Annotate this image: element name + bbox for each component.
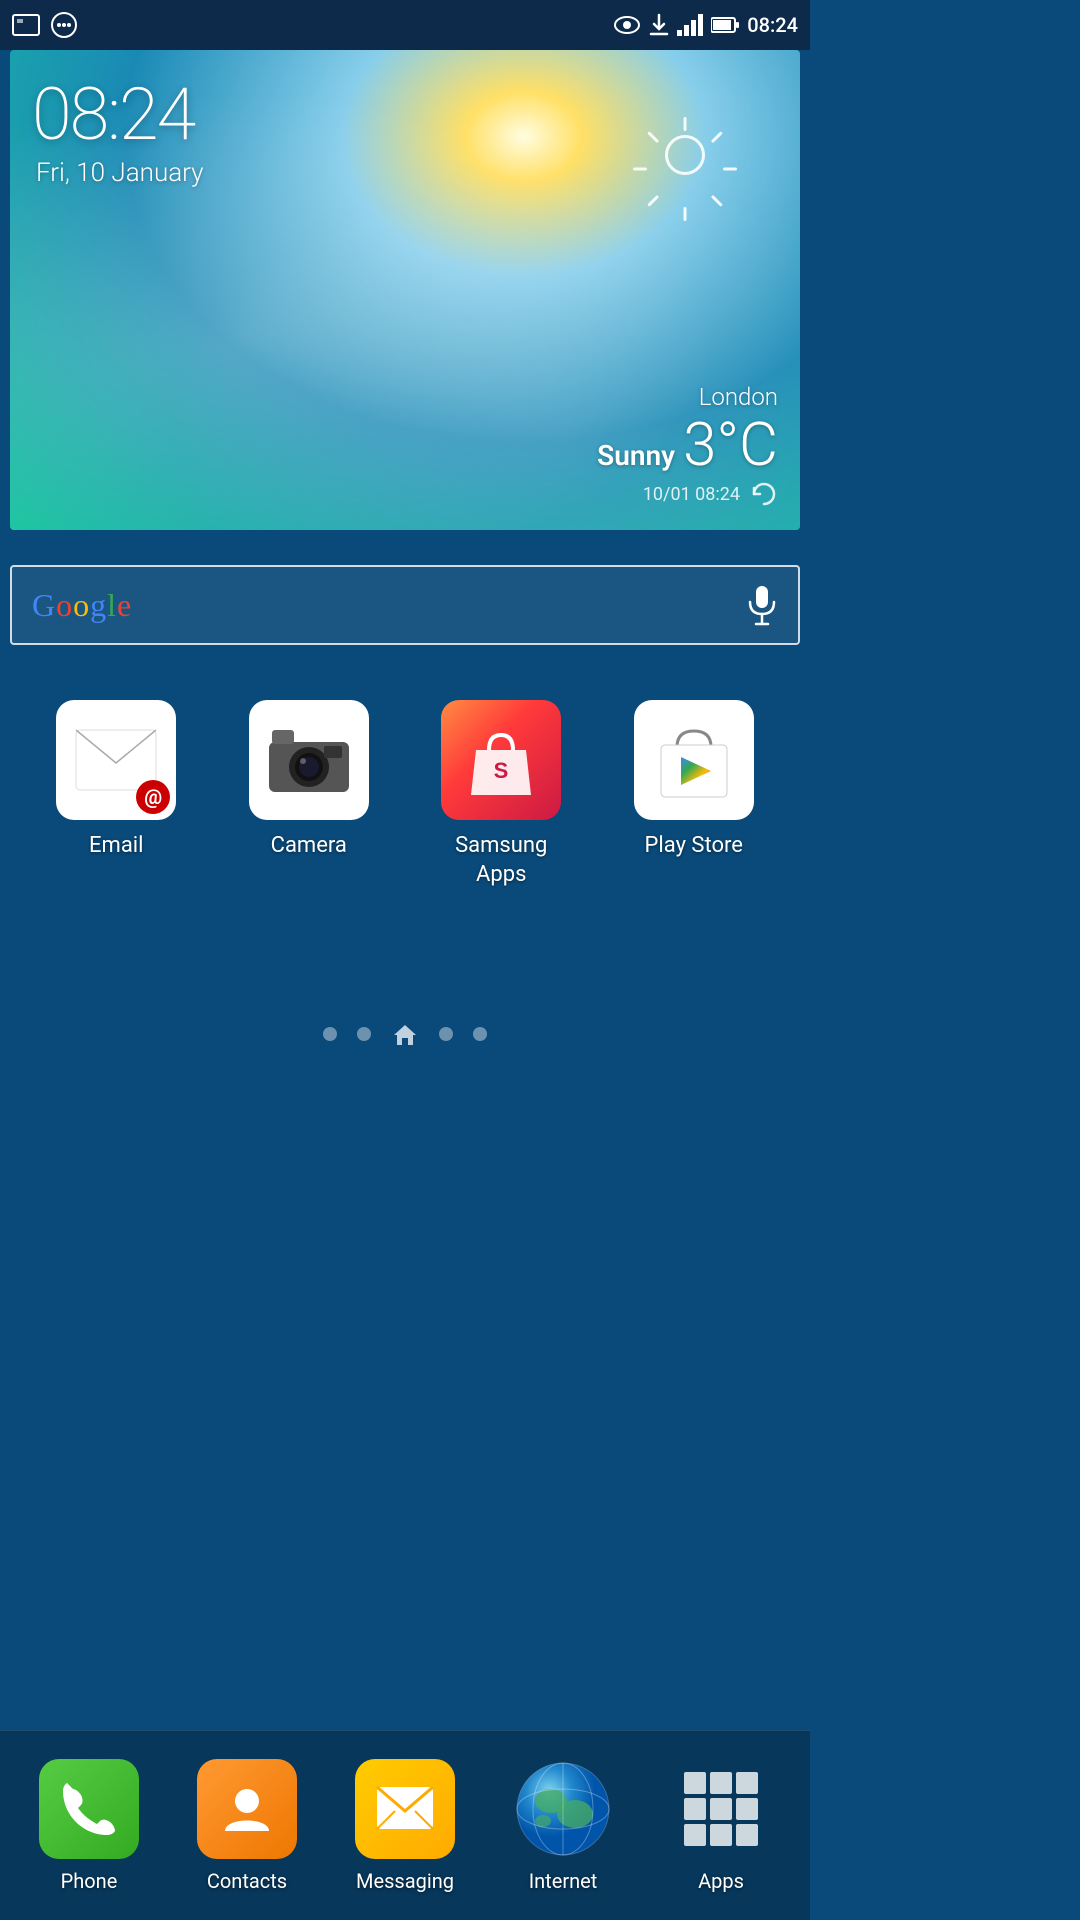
weather-temp: 3°C — [683, 415, 778, 475]
messaging-svg — [373, 1779, 437, 1839]
status-bar: 08:24 — [0, 0, 810, 50]
dock-contacts[interactable]: Contacts — [177, 1759, 317, 1893]
weather-info: London Sunny 3°C — [597, 383, 778, 475]
dock: Phone Contacts Messaging — [0, 1730, 810, 1920]
email-at-badge: @ — [136, 780, 170, 814]
app-email[interactable]: @ Email — [36, 700, 196, 861]
playstore-svg — [649, 715, 739, 805]
page-indicators — [0, 1020, 810, 1048]
messaging-icon — [355, 1759, 455, 1859]
messaging-label: Messaging — [356, 1869, 454, 1893]
playstore-label: Play Store — [645, 832, 743, 861]
weather-city: London — [597, 383, 778, 411]
page-dot-2[interactable] — [357, 1027, 371, 1041]
google-logo: Google — [32, 587, 132, 624]
chat-icon — [50, 11, 78, 39]
dock-apps[interactable]: Apps — [651, 1759, 791, 1893]
weather-time: 08:24 — [32, 72, 194, 157]
eye-icon — [613, 15, 641, 35]
status-time: 08:24 — [747, 13, 798, 37]
camera-svg — [264, 720, 354, 800]
weather-date: Fri, 10 January — [36, 158, 204, 188]
apps-label: Apps — [698, 1869, 744, 1893]
weather-condition: Sunny — [597, 439, 675, 472]
weather-desc-temp: Sunny 3°C — [597, 415, 778, 475]
phone-svg — [61, 1781, 117, 1837]
apps-svg — [676, 1764, 766, 1854]
playstore-icon — [634, 700, 754, 820]
refresh-icon — [750, 480, 778, 508]
home-indicator[interactable] — [391, 1020, 419, 1048]
dock-messaging[interactable]: Messaging — [335, 1759, 475, 1893]
camera-label: Camera — [271, 832, 347, 861]
weather-widget[interactable]: 08:24 Fri, 10 January London Sunny 3°C 1… — [10, 50, 800, 530]
page-dot-4[interactable] — [439, 1027, 453, 1041]
signal-icon — [677, 14, 703, 36]
phone-icon — [39, 1759, 139, 1859]
contacts-icon — [197, 1759, 297, 1859]
internet-svg — [513, 1759, 613, 1859]
download-icon — [649, 13, 669, 37]
page-dot-1[interactable] — [323, 1027, 337, 1041]
status-left-icons — [12, 11, 78, 39]
sun-icon — [640, 110, 730, 200]
weather-updated-time: 10/01 08:24 — [643, 484, 740, 505]
camera-icon — [249, 700, 369, 820]
weather-update: 10/01 08:24 — [643, 480, 778, 508]
internet-label: Internet — [529, 1869, 598, 1893]
mic-icon[interactable] — [746, 584, 778, 626]
contacts-svg — [219, 1781, 275, 1837]
app-row: @ Email Camera — [0, 700, 810, 889]
dock-internet[interactable]: Internet — [493, 1759, 633, 1893]
app-camera[interactable]: Camera — [229, 700, 389, 861]
email-icon: @ — [56, 700, 176, 820]
samsung-label: SamsungApps — [455, 832, 547, 889]
screenshot-icon — [12, 14, 40, 36]
samsung-svg: S — [461, 720, 541, 800]
google-search-bar[interactable]: Google — [10, 565, 800, 645]
contacts-label: Contacts — [207, 1869, 287, 1893]
app-playstore[interactable]: Play Store — [614, 700, 774, 861]
home-icon — [392, 1023, 418, 1045]
samsung-icon: S — [441, 700, 561, 820]
internet-icon — [513, 1759, 613, 1859]
status-right-icons: 08:24 — [613, 13, 798, 37]
email-label: Email — [89, 832, 143, 861]
apps-icon — [671, 1759, 771, 1859]
dock-phone[interactable]: Phone — [19, 1759, 159, 1893]
battery-icon — [711, 16, 739, 34]
app-samsung[interactable]: S SamsungApps — [421, 700, 581, 889]
page-dot-5[interactable] — [473, 1027, 487, 1041]
svg-text:S: S — [494, 758, 509, 783]
phone-label: Phone — [61, 1869, 118, 1893]
